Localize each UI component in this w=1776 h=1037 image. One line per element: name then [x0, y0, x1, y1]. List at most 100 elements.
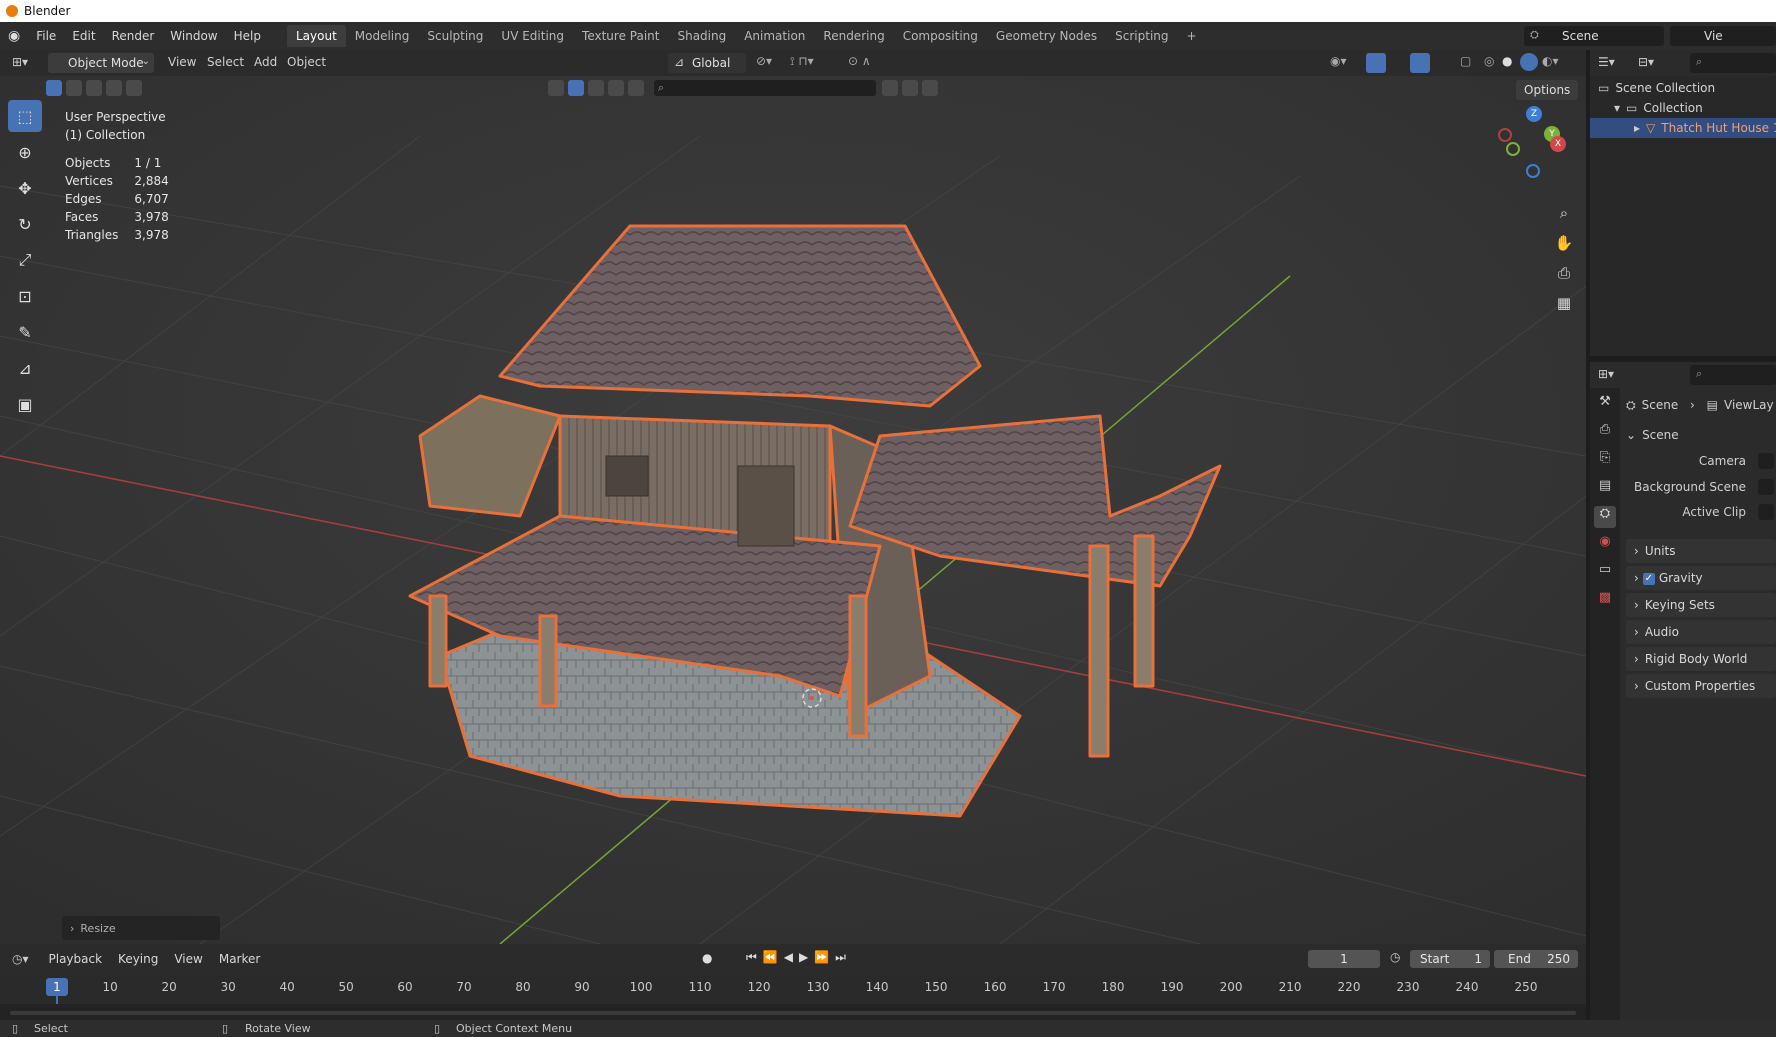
tab-uv-editing[interactable]: UV Editing: [492, 25, 573, 47]
pivot-icon[interactable]: ⊘▾: [756, 54, 772, 68]
menu-view[interactable]: View: [168, 55, 196, 69]
gizmo-neg-x[interactable]: [1498, 128, 1512, 142]
timeline-ruler[interactable]: 1 10 20 30 40 50 60 70 80 90 100 110 120 130 140 150 16…: [0, 974, 1586, 1022]
camera-field[interactable]: [1758, 453, 1774, 469]
transform-tool-icon[interactable]: ⊡: [8, 280, 42, 312]
record-icon[interactable]: ●: [702, 951, 712, 965]
tool-tab-icon[interactable]: ⚒: [1594, 394, 1616, 416]
gizmo-toggle-icon[interactable]: [1366, 53, 1386, 73]
search-input[interactable]: ⌕: [653, 80, 876, 96]
background-scene-field[interactable]: [1758, 479, 1774, 495]
tab-sculpting[interactable]: Sculpting: [418, 25, 492, 47]
active-clip-field[interactable]: [1758, 504, 1774, 520]
timeline-menu-playback[interactable]: Playback: [41, 952, 111, 966]
visibility-icon[interactable]: ◉▾: [1330, 54, 1347, 68]
tab-animation[interactable]: Animation: [735, 25, 814, 47]
add-cube-tool-icon[interactable]: ▣: [8, 388, 42, 420]
navigation-gizmo[interactable]: Z Y X: [1490, 106, 1570, 186]
options-dropdown[interactable]: Options: [1516, 80, 1578, 100]
menu-add[interactable]: Add: [254, 55, 277, 69]
gizmo-neg-y[interactable]: [1506, 142, 1520, 156]
collection-tab-icon[interactable]: ▭: [1594, 562, 1616, 584]
timeline-scrollbar[interactable]: [10, 1011, 1576, 1015]
mode-dropdown[interactable]: Object Mode ⌄: [48, 53, 154, 73]
filter-curve-icon[interactable]: [588, 80, 604, 96]
move-tool-icon[interactable]: ✥: [8, 172, 42, 204]
filter-mesh-icon[interactable]: [568, 80, 584, 96]
add-workspace-button[interactable]: +: [1178, 25, 1206, 47]
properties-editor-icon[interactable]: ⊞▾: [1598, 367, 1614, 381]
expand-chevron-icon[interactable]: ▸: [1634, 121, 1640, 135]
measure-tool-icon[interactable]: ⊿: [8, 352, 42, 384]
camera-view-icon[interactable]: ⎙: [1552, 258, 1576, 288]
filter-camera-icon[interactable]: [628, 80, 644, 96]
panel-audio[interactable]: › Audio: [1626, 620, 1776, 644]
tab-scripting[interactable]: Scripting: [1106, 25, 1177, 47]
tab-rendering[interactable]: Rendering: [814, 25, 893, 47]
annotate-tool-icon[interactable]: ✎: [8, 316, 42, 348]
display-mode-icon[interactable]: ⊟▾: [1638, 55, 1654, 69]
texture-tab-icon[interactable]: ▩: [1594, 590, 1616, 612]
rendered-shading-icon[interactable]: ◐▾: [1542, 54, 1559, 68]
rotate-tool-icon[interactable]: ↻: [8, 208, 42, 240]
menu-render[interactable]: Render: [104, 29, 163, 43]
properties-search-input[interactable]: ⌕: [1690, 365, 1776, 385]
end-frame-field[interactable]: End 250: [1494, 950, 1578, 968]
gizmo-x-axis[interactable]: X: [1550, 136, 1566, 152]
bookmark-icon[interactable]: [881, 80, 898, 96]
wireframe-shading-icon[interactable]: ◎: [1484, 54, 1494, 68]
outliner-item-collection[interactable]: ▾ ▭ Collection: [1614, 98, 1703, 118]
filter-funnel-icon[interactable]: [921, 80, 938, 96]
playhead-frame[interactable]: 1: [46, 978, 68, 996]
select-box-tool-icon[interactable]: ⬚: [8, 100, 42, 132]
proportional-edit-icon[interactable]: ⊙ ∧: [848, 54, 871, 68]
menu-select[interactable]: Select: [207, 55, 244, 69]
panel-units[interactable]: › Units: [1626, 539, 1776, 563]
panel-gravity[interactable]: › ✓ Gravity: [1626, 566, 1776, 590]
expand-chevron-icon[interactable]: ▾: [1614, 101, 1620, 115]
clock-icon[interactable]: ◷: [1390, 950, 1400, 964]
outliner-editor-icon[interactable]: ☰▾: [1598, 55, 1615, 69]
tab-geometry-nodes[interactable]: Geometry Nodes: [987, 25, 1106, 47]
render-tab-icon[interactable]: ⎙: [1594, 422, 1616, 444]
panel-rigid-body-world[interactable]: › Rigid Body World: [1626, 647, 1776, 671]
view-layer-selector[interactable]: Vie: [1670, 26, 1776, 46]
timeline-menu-keying[interactable]: Keying: [110, 952, 166, 966]
start-frame-field[interactable]: Start 1: [1410, 950, 1490, 968]
menu-file[interactable]: File: [28, 29, 64, 43]
view-layer-tab-icon[interactable]: ▤: [1594, 478, 1616, 500]
overlay-toggle-icon[interactable]: [1410, 53, 1430, 73]
xray-icon[interactable]: ▢: [1460, 54, 1471, 68]
panel-keying-sets[interactable]: › Keying Sets: [1626, 593, 1776, 617]
pan-hand-icon[interactable]: ✋: [1552, 228, 1576, 258]
last-operator-panel[interactable]: › Resize: [62, 916, 220, 940]
zoom-icon[interactable]: ⌕: [1552, 198, 1576, 228]
transform-orientation-dropdown[interactable]: ⊿ Global: [668, 53, 746, 73]
outliner-search-input[interactable]: ⌕: [1690, 53, 1776, 73]
timeline-menu-marker[interactable]: Marker: [211, 952, 268, 966]
menu-object[interactable]: Object: [287, 55, 326, 69]
ortho-grid-icon[interactable]: ▦: [1552, 288, 1576, 318]
select-extend-icon[interactable]: [66, 80, 82, 96]
sort-icon[interactable]: [901, 80, 918, 96]
snap-icon[interactable]: ⟟ ⊓▾: [790, 54, 814, 69]
menu-window[interactable]: Window: [162, 29, 225, 43]
gizmo-neg-z[interactable]: [1526, 164, 1540, 178]
scale-tool-icon[interactable]: ⤢: [8, 244, 42, 276]
menu-edit[interactable]: Edit: [64, 29, 103, 43]
select-subtract-icon[interactable]: [86, 80, 102, 96]
object-types-icon[interactable]: [548, 80, 564, 96]
select-intersect-icon[interactable]: [126, 80, 142, 96]
panel-custom-properties[interactable]: › Custom Properties: [1626, 674, 1776, 698]
solid-shading-icon[interactable]: ●: [1502, 54, 1512, 68]
scene-tab-icon[interactable]: ⛭: [1594, 506, 1616, 528]
scene-panel-header[interactable]: ⌄ Scene: [1626, 424, 1679, 446]
tab-shading[interactable]: Shading: [668, 25, 735, 47]
select-invert-icon[interactable]: [106, 80, 122, 96]
scene-selector[interactable]: ⛭ Scene: [1524, 26, 1664, 46]
filter-light-icon[interactable]: [608, 80, 624, 96]
outliner-item-object[interactable]: ▸ ▽ Thatch Hut House 12: [1590, 118, 1776, 138]
select-new-icon[interactable]: [46, 80, 62, 96]
current-frame-field[interactable]: 1: [1308, 950, 1380, 968]
cursor-tool-icon[interactable]: ⊕: [8, 136, 42, 168]
